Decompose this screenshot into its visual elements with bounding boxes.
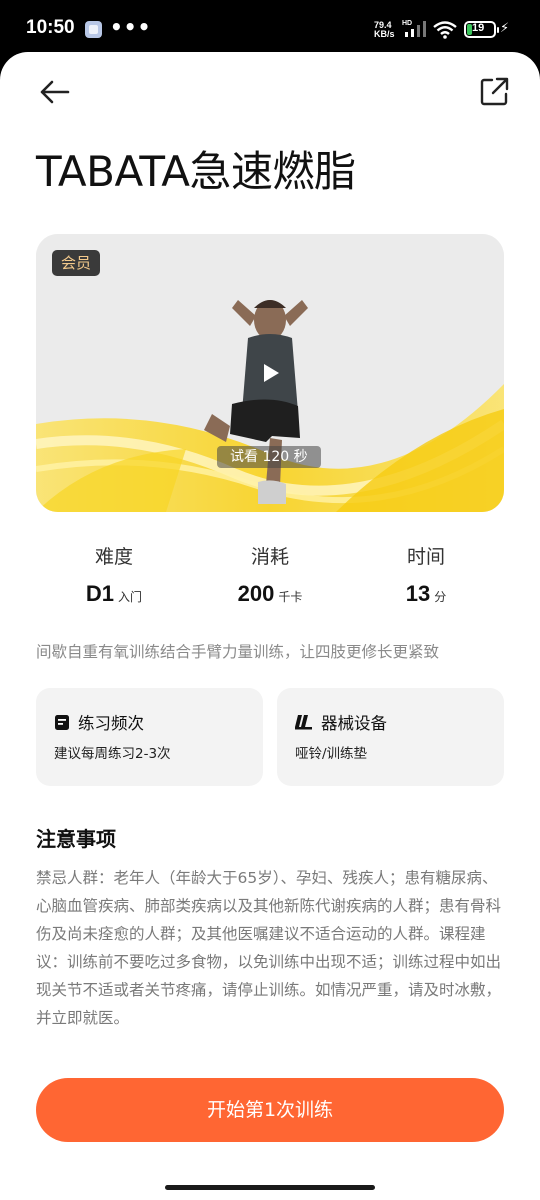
course-detail-sheet: TABATA急速燃脂 会员 试看 120 秒 难度 D1 入门 消耗 200 千… xyxy=(0,52,540,1200)
stat-label: 时间 xyxy=(406,546,445,568)
course-title: TABATA急速燃脂 xyxy=(36,147,356,196)
course-description: 间歇自重有氧训练结合手臂力量训练，让四肢更修长更紧致 xyxy=(36,643,440,661)
course-stats: 难度 D1 入门 消耗 200 千卡 时间 13 分 xyxy=(36,542,504,612)
battery-level: 19 xyxy=(472,22,485,34)
stat-difficulty: 难度 D1 入门 xyxy=(36,542,192,607)
stat-value: 13 分 xyxy=(405,581,447,606)
notice-body: 禁忌人群：老年人（年龄大于65岁）、孕妇、残疾人；患有糖尿病、心脑血管疾病、肺部… xyxy=(36,869,502,1027)
share-external-icon xyxy=(480,77,509,106)
dumbbell-equipment-icon xyxy=(295,715,312,730)
card-body: 建议每周练习2-3次 xyxy=(54,746,171,762)
wifi-icon xyxy=(433,21,457,39)
stat-duration: 时间 13 分 xyxy=(348,542,504,607)
stat-calories: 消耗 200 千卡 xyxy=(192,542,348,607)
play-icon[interactable] xyxy=(262,363,280,383)
stat-label: 难度 xyxy=(94,546,133,568)
video-preview[interactable]: 会员 试看 120 秒 xyxy=(36,234,504,512)
signal-icon xyxy=(405,21,426,37)
arrow-left-icon xyxy=(40,80,70,104)
stat-value: 200 千卡 xyxy=(237,581,303,606)
equipment-card: 器械设备 哑铃/训练垫 xyxy=(277,688,504,786)
stat-label: 消耗 xyxy=(250,546,289,568)
status-bar: 10:50 ••• 79.4 KB/s HD 19 ⚡ xyxy=(0,0,540,56)
status-time: 10:50 xyxy=(26,17,75,38)
network-speed: 79.4 KB/s xyxy=(374,21,395,39)
more-notifications-icon: ••• xyxy=(110,15,152,39)
home-indicator[interactable] xyxy=(165,1185,375,1190)
stat-value: D1 入门 xyxy=(85,581,143,606)
vip-badge: 会员 xyxy=(52,250,101,276)
frequency-card: 练习频次 建议每周练习2-3次 xyxy=(36,688,263,786)
notification-app-icon xyxy=(85,21,102,38)
card-body: 哑铃/训练垫 xyxy=(295,746,368,762)
card-title: 练习频次 xyxy=(78,714,144,733)
battery-icon: 19 xyxy=(464,21,499,38)
back-button[interactable] xyxy=(36,74,76,110)
calendar-icon xyxy=(55,714,69,730)
trial-duration-label: 试看 120 秒 xyxy=(217,446,321,468)
start-training-button[interactable]: 开始第1次训练 xyxy=(36,1078,504,1142)
notice-title: 注意事项 xyxy=(36,827,116,851)
charging-icon: ⚡ xyxy=(500,21,510,36)
share-button[interactable] xyxy=(478,74,512,108)
network-speed-unit: KB/s xyxy=(374,29,395,39)
card-title: 器械设备 xyxy=(321,714,387,733)
